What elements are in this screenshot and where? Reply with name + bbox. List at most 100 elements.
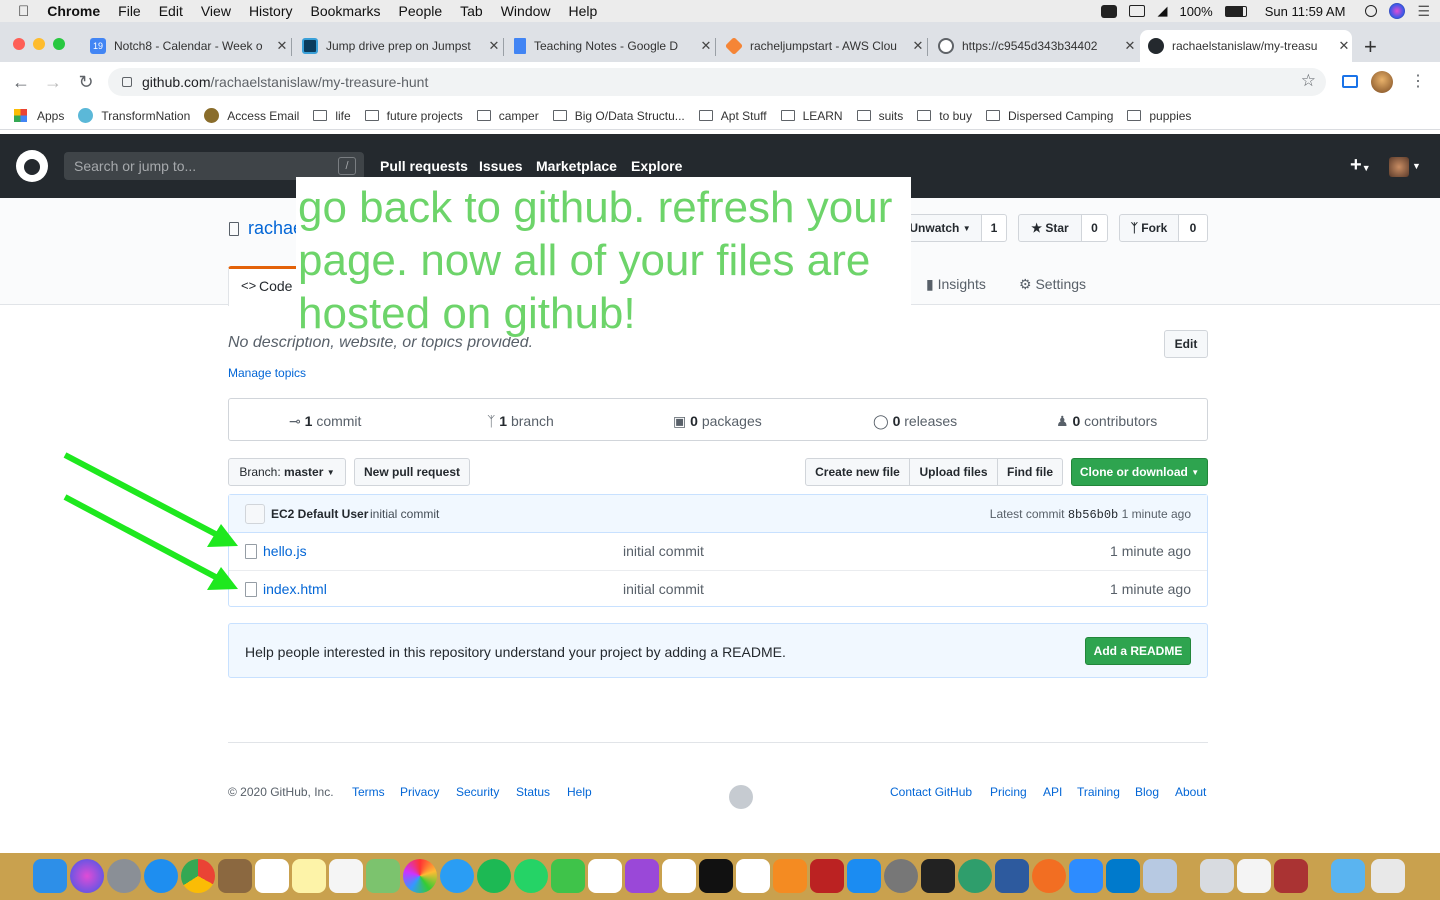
menu-help[interactable]: Help (569, 3, 598, 19)
search-input[interactable]: Search or jump to... / (64, 152, 364, 180)
nav-marketplace[interactable]: Marketplace (536, 158, 617, 174)
chrome-icon[interactable] (181, 859, 215, 893)
window-close-button[interactable] (13, 38, 25, 50)
trash-icon[interactable] (1371, 859, 1405, 893)
spotlight-search-icon[interactable] (1365, 5, 1378, 17)
tab-close-icon[interactable]: ✕ (910, 38, 926, 54)
file-commit-message[interactable]: initial commit (623, 581, 704, 597)
commit-author[interactable]: EC2 Default User (271, 507, 368, 521)
create-new-plus-icon[interactable]: +▼ (1350, 154, 1371, 177)
bookmark-folder[interactable]: life (313, 109, 351, 123)
footer-pricing-link[interactable]: Pricing (990, 785, 1027, 799)
bookmark-folder[interactable]: to buy (917, 109, 972, 123)
tab-close-icon[interactable]: ✕ (698, 38, 714, 54)
fork-button[interactable]: ᛉ Fork (1119, 214, 1179, 242)
maps-icon[interactable] (366, 859, 400, 893)
watch-count[interactable]: 1 (981, 214, 1007, 242)
terminal-icon[interactable] (921, 859, 955, 893)
bookmark-star-icon[interactable]: ☆ (1301, 71, 1316, 91)
siri-icon[interactable] (1389, 3, 1406, 19)
lock-icon[interactable] (122, 77, 132, 87)
footer-terms-link[interactable]: Terms (352, 785, 385, 799)
browser-tab[interactable]: https://c9545d343b34402 ✕ (930, 30, 1138, 62)
commit-message[interactable]: initial commit (370, 507, 439, 521)
footer-privacy-link[interactable]: Privacy (400, 785, 439, 799)
battery-percent[interactable]: 100% (1179, 4, 1212, 19)
system-preferences-icon[interactable] (884, 859, 918, 893)
tab-close-icon[interactable]: ✕ (486, 38, 502, 54)
footer-api-link[interactable]: API (1043, 785, 1062, 799)
nav-explore[interactable]: Explore (631, 158, 682, 174)
reminders-icon[interactable] (329, 859, 363, 893)
atom-icon[interactable] (958, 859, 992, 893)
commits-stat[interactable]: ⊸ 1 commit (289, 413, 361, 430)
finder-icon[interactable] (33, 859, 67, 893)
bookmark-apps[interactable]: Apps (14, 109, 64, 123)
bookmark-transformnation[interactable]: TransformNation (78, 108, 190, 123)
contributors-stat[interactable]: ♟ 0 contributors (1056, 413, 1157, 430)
menu-view[interactable]: View (201, 3, 231, 19)
footer-training-link[interactable]: Training (1077, 785, 1120, 799)
edit-description-button[interactable]: Edit (1164, 330, 1208, 358)
photo-booth-icon[interactable] (810, 859, 844, 893)
github-mark-icon[interactable] (729, 785, 753, 809)
reload-icon[interactable]: ↻ (75, 72, 97, 93)
clone-or-download-button[interactable]: Clone or download ▼ (1071, 458, 1208, 486)
nav-issues[interactable]: Issues (479, 158, 523, 174)
file-commit-message[interactable]: initial commit (623, 543, 704, 559)
address-bar[interactable]: github.com/rachaelstanislaw/my-treasure-… (108, 68, 1326, 96)
window-minimize-button[interactable] (33, 38, 45, 50)
bookmark-folder[interactable]: future projects (364, 109, 463, 123)
file-link[interactable]: index.html (263, 581, 327, 597)
menu-window[interactable]: Window (501, 3, 551, 19)
chrome-menu-icon[interactable]: ⋮ (1410, 71, 1426, 91)
apple-tv-icon[interactable] (699, 859, 733, 893)
browser-tab[interactable]: Teaching Notes - Google D ✕ (506, 30, 714, 62)
launchpad-icon[interactable] (107, 859, 141, 893)
browser-tab[interactable]: Jump drive prep on Jumpst ✕ (294, 30, 502, 62)
textedit-icon[interactable] (1237, 859, 1271, 893)
menu-app-name[interactable]: Chrome (47, 3, 100, 19)
github-logo-icon[interactable] (16, 150, 48, 182)
branches-stat[interactable]: ᛉ 1 branch (487, 413, 554, 429)
music-icon[interactable] (588, 859, 622, 893)
books-icon[interactable] (773, 859, 807, 893)
tab-close-icon[interactable]: ✕ (274, 38, 290, 54)
avatar-caret-icon[interactable]: ▼ (1412, 161, 1421, 171)
preview-icon[interactable] (1143, 859, 1177, 893)
packages-stat[interactable]: ▣ 0 packages (673, 413, 762, 430)
clock[interactable]: Sun 11:59 AM (1265, 4, 1346, 19)
calendar-icon[interactable] (255, 859, 289, 893)
menu-bookmarks[interactable]: Bookmarks (311, 3, 381, 19)
star-button[interactable]: ★ Star (1018, 214, 1082, 242)
vscode-icon[interactable] (1106, 859, 1140, 893)
spotify-icon[interactable] (477, 859, 511, 893)
whatsapp-icon[interactable] (514, 859, 548, 893)
find-file-button[interactable]: Find file (997, 458, 1063, 486)
footer-help-link[interactable]: Help (567, 785, 592, 799)
browser-tab[interactable]: 19 Notch8 - Calendar - Week o ✕ (82, 30, 290, 62)
avatar[interactable] (1371, 71, 1393, 93)
bookmark-access-email[interactable]: Access Email (204, 108, 299, 123)
app-store-icon[interactable] (847, 859, 881, 893)
upload-files-button[interactable]: Upload files (909, 458, 998, 486)
create-new-file-button[interactable]: Create new file (805, 458, 910, 486)
add-readme-button[interactable]: Add a README (1085, 637, 1191, 665)
cast-icon[interactable] (1342, 75, 1358, 88)
tab-close-icon[interactable]: ✕ (1122, 38, 1138, 54)
safari-icon[interactable] (144, 859, 178, 893)
manage-topics-link[interactable]: Manage topics (228, 366, 306, 380)
tab-settings[interactable]: ⚙ Settings (1019, 276, 1086, 293)
footer-security-link[interactable]: Security (456, 785, 499, 799)
forward-icon[interactable]: → (42, 72, 64, 93)
tab-close-icon[interactable]: ✕ (1336, 38, 1352, 54)
releases-stat[interactable]: ◯ 0 releases (873, 413, 957, 430)
wifi-icon[interactable]: ◢ (1157, 3, 1167, 19)
new-tab-icon[interactable]: + (1364, 34, 1377, 60)
battery-icon[interactable] (1224, 5, 1247, 17)
bookmark-folder[interactable]: puppies (1127, 109, 1191, 123)
menu-file[interactable]: File (118, 3, 141, 19)
mysql-workbench-icon[interactable] (995, 859, 1029, 893)
postman-icon[interactable] (1032, 859, 1066, 893)
window-zoom-button[interactable] (53, 38, 65, 50)
